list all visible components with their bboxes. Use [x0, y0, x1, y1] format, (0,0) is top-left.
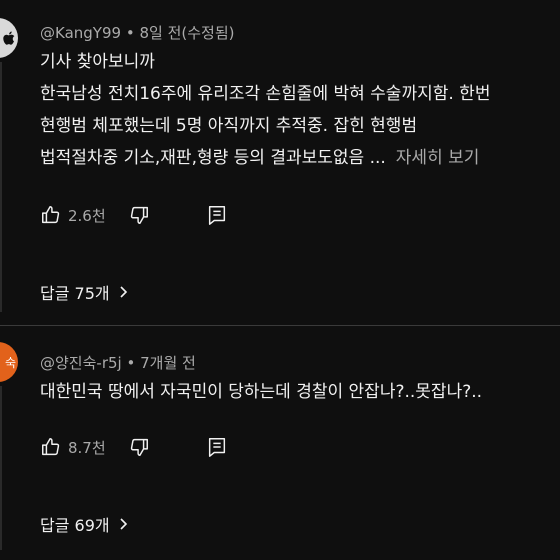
reply-button[interactable] [206, 436, 228, 458]
meta-separator: • [125, 24, 135, 42]
like-count: 2.6천 [68, 206, 106, 225]
comment-divider [0, 325, 560, 326]
chevron-right-icon [120, 286, 127, 298]
comment-line-last: 법적절차중 기소,재판,형량 등의 결과보도없음 ... 자세히 보기 [40, 142, 560, 174]
comment-line-text: 법적절차중 기소,재판,형량 등의 결과보도없음 ... [40, 148, 386, 168]
avatar[interactable] [0, 18, 18, 58]
comment-meta: @KangY99 • 8일 전(수정됨) [40, 22, 235, 43]
view-replies-button[interactable]: 답글 69개 [40, 512, 130, 536]
chevron-right-icon [120, 518, 127, 530]
avatar-initial: 숙 [4, 355, 16, 370]
comment-actions: 2.6천 [40, 202, 228, 228]
replies-label: 답글 69개 [40, 516, 110, 535]
read-more-link[interactable]: 자세히 보기 [396, 148, 480, 168]
comment-line: 대한민국 땅에서 자국민이 당하는데 경찰이 안잡나?..못잡나?.. [40, 382, 483, 402]
comment-meta: @양진숙-r5j • 7개월 전 [40, 352, 196, 373]
replies-label: 답글 75개 [40, 284, 110, 303]
reply-icon [208, 206, 225, 225]
thread-line [0, 386, 2, 550]
comment-text: 대한민국 땅에서 자국민이 당하는데 경찰이 안잡나?..못잡나?.. [40, 376, 560, 408]
thumb-up-icon [42, 438, 60, 456]
comment-line: 현행범 체포했는데 5명 아직까지 추적중. 잡힌 현행범 [40, 116, 418, 136]
comment-actions: 8.7천 [40, 434, 228, 460]
comment-line: 한국남성 전치16주에 유리조각 손힘줄에 박혀 수술까지함. 한번 [40, 84, 491, 104]
dislike-button[interactable] [128, 436, 150, 458]
author-name[interactable]: @양진숙-r5j [40, 354, 122, 372]
thread-line [0, 62, 2, 312]
author-name[interactable]: @KangY99 [40, 24, 121, 42]
like-count: 8.7천 [68, 438, 106, 457]
like-button[interactable]: 2.6천 [40, 204, 106, 226]
reply-icon [208, 438, 225, 457]
comment-time[interactable]: 8일 전(수정됨) [139, 24, 234, 42]
apple-logo-icon [3, 30, 15, 45]
meta-separator: • [126, 354, 136, 372]
thumb-down-icon [130, 438, 148, 456]
reply-button[interactable] [206, 204, 228, 226]
thumb-down-icon [130, 206, 148, 224]
like-button[interactable]: 8.7천 [40, 436, 106, 458]
comment-1: @KangY99 • 8일 전(수정됨) 기사 찾아보니까 한국남성 전치16주… [0, 0, 560, 318]
avatar[interactable]: 숙 [0, 342, 18, 382]
comment-time[interactable]: 7개월 전 [140, 354, 196, 372]
view-replies-button[interactable]: 답글 75개 [40, 280, 130, 304]
thumb-up-icon [42, 206, 60, 224]
dislike-button[interactable] [128, 204, 150, 226]
comment-text: 기사 찾아보니까 한국남성 전치16주에 유리조각 손힘줄에 박혀 수술까지함.… [40, 46, 560, 174]
comment-line: 기사 찾아보니까 [40, 52, 155, 72]
